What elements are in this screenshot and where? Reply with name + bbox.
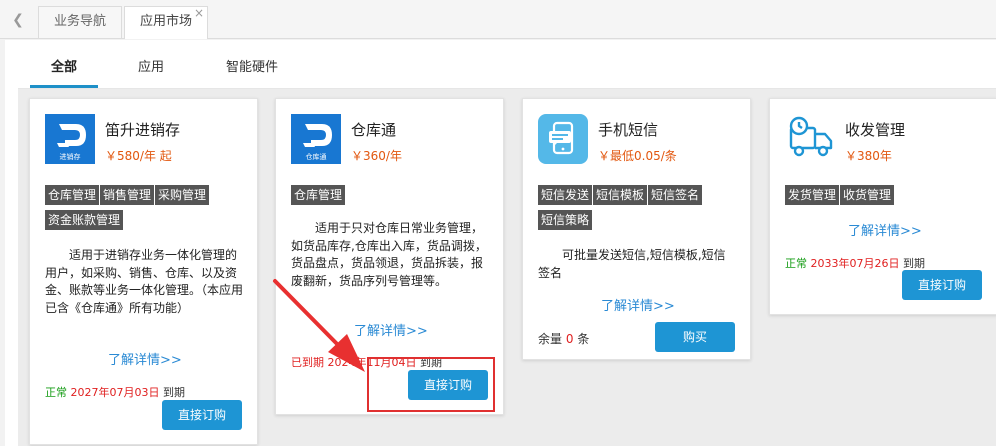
expiry-date: 2033年07月26日	[810, 257, 900, 270]
app-name: 收发管理	[845, 121, 906, 139]
warehouse-logo: 仓库通	[291, 114, 341, 164]
chevron-left-icon[interactable]: ❮	[6, 8, 30, 32]
tag: 发货管理	[785, 185, 840, 205]
tab-bar: ❮ 业务导航 应用市场 ×	[0, 0, 996, 39]
tag: 采购管理	[155, 185, 210, 205]
app-price: ￥最低0.05/条	[598, 149, 677, 163]
more-details-link[interactable]: 了解详情>>	[848, 220, 922, 239]
tag: 销售管理	[100, 185, 155, 205]
tag-list: 发货管理 收货管理	[785, 184, 985, 209]
close-icon[interactable]: ×	[194, 0, 204, 28]
tag: 短信策略	[538, 210, 593, 230]
app-price: ￥360/年	[351, 149, 402, 163]
more-details-link[interactable]: 了解详情>>	[108, 349, 182, 368]
jinxiaocun-logo: 进销存	[45, 114, 95, 164]
annotation-highlight-box	[367, 357, 495, 412]
app-card-shipping: 收发管理 ￥380年 发货管理 收货管理 了解详情>> 正常 2033年07月26…	[769, 98, 996, 315]
tag: 短信模板	[593, 185, 648, 205]
status-label: 正常	[45, 386, 67, 399]
subscription-status: 正常 2027年07月03日 到期	[45, 384, 185, 400]
tab-business-nav[interactable]: 业务导航	[38, 6, 122, 38]
tag: 收货管理	[840, 185, 895, 205]
status-label: 已到期	[291, 356, 324, 369]
tag-list: 仓库管理	[291, 184, 491, 209]
logo-caption: 仓库通	[306, 152, 327, 161]
tab-hardware[interactable]: 智能硬件	[226, 56, 278, 75]
tag-list: 仓库管理 销售管理 采购管理资金账款管理	[45, 184, 245, 234]
app-card-jinxiaocun: 进销存 笛升进销存 ￥580/年 起 仓库管理 销售管理 采购管理资金账款管理 适用…	[29, 98, 258, 445]
sms-balance: 余量 0 条	[538, 330, 589, 347]
subscription-status: 正常 2033年07月26日 到期	[785, 255, 925, 271]
app-description: 可批量发送短信,短信模板,短信签名	[538, 248, 726, 280]
app-description: 适用于只对仓库日常业务管理，如货品库存,仓库出入库，货品调拨，货品盘点，货品领退…	[291, 221, 487, 288]
tab-app-market[interactable]: 应用市场 ×	[124, 6, 208, 39]
buy-button[interactable]: 购买	[655, 322, 735, 352]
status-suffix: 到期	[903, 257, 925, 270]
order-button[interactable]: 直接订购	[162, 400, 242, 430]
more-details-link[interactable]: 了解详情>>	[354, 320, 428, 339]
app-name: 手机短信	[598, 121, 659, 139]
app-name: 仓库通	[351, 121, 397, 139]
tab-label: 应用市场	[139, 14, 192, 29]
tag: 短信签名	[648, 185, 703, 205]
tab-apps[interactable]: 应用	[138, 56, 164, 75]
app-card-sms: 手机短信 ￥最低0.05/条 短信发送 短信模板 短信签名短信策略 可批量发送短信,…	[522, 98, 751, 360]
app-description: 适用于进销存业务一体化管理的用户，如采购、销售、仓库、以及资金、账款等业务一体化…	[45, 248, 244, 315]
tab-label: 业务导航	[53, 14, 106, 29]
more-details-link[interactable]: 了解详情>>	[601, 295, 675, 314]
expiry-date: 2027年07月03日	[70, 386, 160, 399]
balance-unit: 条	[577, 332, 590, 346]
tag: 资金账款管理	[45, 210, 124, 230]
tag-list: 短信发送 短信模板 短信签名短信策略	[538, 184, 738, 234]
app-name: 笛升进销存	[105, 121, 181, 139]
delivery-truck-icon	[789, 116, 833, 157]
status-suffix: 到期	[163, 386, 185, 399]
tag: 仓库管理	[45, 185, 100, 205]
logo-caption: 进销存	[60, 152, 81, 161]
status-label: 正常	[785, 257, 807, 270]
order-button[interactable]: 直接订购	[902, 270, 982, 300]
sms-icon	[538, 114, 588, 164]
balance-count: 0	[565, 332, 574, 346]
tag: 仓库管理	[291, 185, 346, 205]
app-price: ￥580/年 起	[105, 149, 172, 163]
tag: 短信发送	[538, 185, 593, 205]
balance-label: 余量	[538, 332, 563, 346]
tab-all[interactable]: 全部	[51, 56, 77, 75]
app-price: ￥380年	[845, 149, 892, 163]
